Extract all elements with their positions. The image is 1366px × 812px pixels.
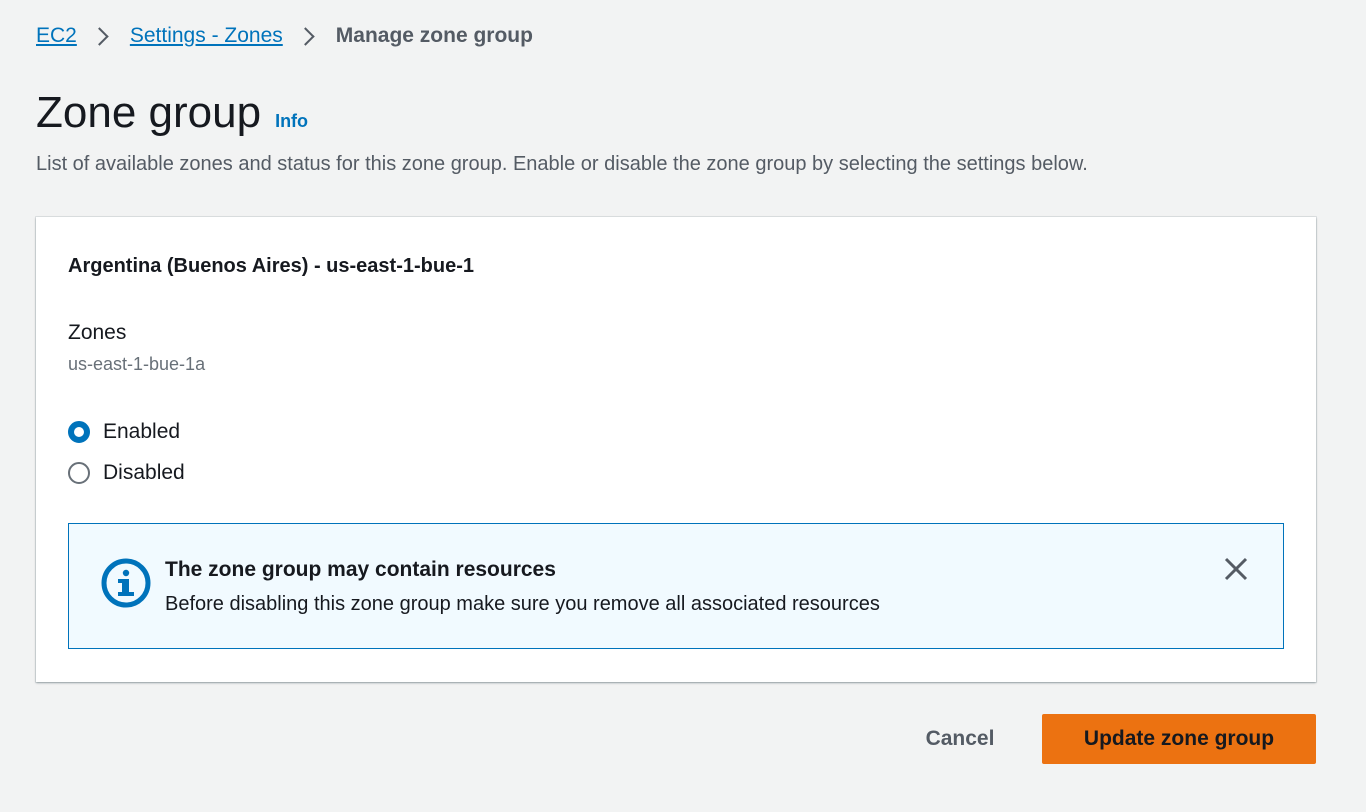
breadcrumb-link-ec2[interactable]: EC2 — [36, 24, 77, 48]
page-title: Zone group — [36, 88, 262, 137]
radio-label-disabled: Disabled — [103, 461, 185, 484]
radio-option-enabled[interactable]: Enabled — [68, 420, 180, 444]
update-zone-group-button[interactable]: Update zone group — [1042, 714, 1316, 764]
breadcrumb-current: Manage zone group — [335, 24, 533, 47]
cancel-button[interactable]: Cancel — [904, 714, 1016, 764]
breadcrumb: EC2 Settings - Zones Manage zone group — [36, 22, 533, 50]
info-circle-icon — [101, 558, 151, 608]
zones-value: us-east-1-bue-1a — [68, 354, 206, 374]
zone-group-card: Argentina (Buenos Aires) - us-east-1-bue… — [36, 217, 1316, 682]
alert-title: The zone group may contain resources — [165, 558, 556, 581]
page-description: List of available zones and status for t… — [36, 153, 1088, 175]
alert-message: Before disabling this zone group make su… — [165, 593, 880, 615]
radio-button-enabled[interactable] — [68, 421, 90, 443]
breadcrumb-link-settings-zones[interactable]: Settings - Zones — [130, 24, 283, 48]
radio-label-enabled: Enabled — [103, 420, 181, 443]
page-header: Zone group Info — [36, 88, 308, 138]
radio-option-disabled[interactable]: Disabled — [68, 461, 185, 485]
zones-label: Zones — [68, 321, 127, 344]
zone-group-title: Argentina (Buenos Aires) - us-east-1-bue… — [68, 255, 474, 277]
info-link[interactable]: Info — [275, 111, 308, 132]
chevron-right-icon — [296, 26, 315, 46]
radio-button-disabled[interactable] — [68, 462, 90, 484]
info-alert: The zone group may contain resources Bef… — [68, 523, 1284, 649]
close-icon[interactable] — [1223, 556, 1249, 582]
chevron-right-icon — [90, 26, 109, 46]
